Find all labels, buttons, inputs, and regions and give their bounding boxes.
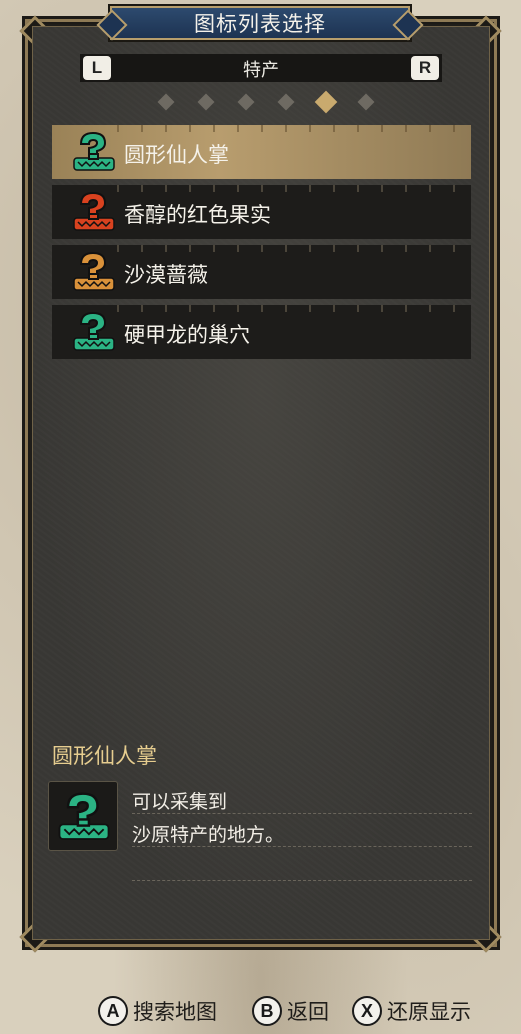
back-button[interactable]: B 返回 xyxy=(252,996,329,1026)
list-item-label: 硬甲龙的巢穴 xyxy=(124,323,250,347)
question-mark-mushroom-icon xyxy=(58,792,110,841)
question-mark-mushroom-icon xyxy=(73,311,115,351)
question-mark-mushroom-icon xyxy=(73,191,115,231)
icon-list: 圆形仙人掌香醇的红色果实 沙漠蔷薇硬甲龙的巢穴 xyxy=(52,125,471,365)
detail-description-line-1: 可以采集到 xyxy=(132,791,228,813)
list-item[interactable]: 香醇的红色果实 xyxy=(52,185,471,239)
search-map-label: 搜索地图 xyxy=(133,1000,217,1024)
detail-description-line-2: 沙原特产的地方。 xyxy=(132,824,285,846)
list-item-label: 香醇的红色果实 xyxy=(124,203,271,227)
next-category-button[interactable]: R xyxy=(411,56,439,80)
list-item-label: 圆形仙人掌 xyxy=(124,143,229,167)
question-mark-mushroom-icon xyxy=(73,251,115,291)
title-bar: 图标列表选择 xyxy=(110,6,410,40)
divider xyxy=(132,846,472,847)
list-item[interactable]: 沙漠蔷薇 xyxy=(52,245,471,299)
reset-display-button[interactable]: X 还原显示 xyxy=(352,996,471,1026)
category-bar: L 特产 R xyxy=(80,54,442,82)
page-dot xyxy=(277,93,295,111)
divider xyxy=(132,880,472,881)
detail-icon-frame xyxy=(48,781,118,851)
page-dot xyxy=(314,90,338,114)
divider xyxy=(132,813,472,814)
category-label: 特产 xyxy=(243,60,279,81)
page-indicator xyxy=(0,90,521,114)
page-dot xyxy=(197,93,215,111)
list-item[interactable]: 硬甲龙的巢穴 xyxy=(52,305,471,359)
question-mark-mushroom-icon xyxy=(73,131,115,171)
back-label: 返回 xyxy=(287,1000,329,1024)
page-dot xyxy=(157,93,175,111)
list-item-label: 沙漠蔷薇 xyxy=(124,263,208,287)
button-hint-bar: A 搜索地图 B 返回 X 还原显示 xyxy=(0,992,521,1034)
search-map-button[interactable]: A 搜索地图 xyxy=(98,996,217,1026)
x-button-icon: X xyxy=(352,996,382,1026)
detail-title: 圆形仙人掌 xyxy=(52,744,157,768)
reset-display-label: 还原显示 xyxy=(387,1000,471,1024)
page-dot xyxy=(357,93,375,111)
b-button-icon: B xyxy=(252,996,282,1026)
page-dot xyxy=(237,93,255,111)
list-item[interactable]: 圆形仙人掌 xyxy=(52,125,471,179)
a-button-icon: A xyxy=(98,996,128,1026)
page-title: 图标列表选择 xyxy=(194,12,326,36)
